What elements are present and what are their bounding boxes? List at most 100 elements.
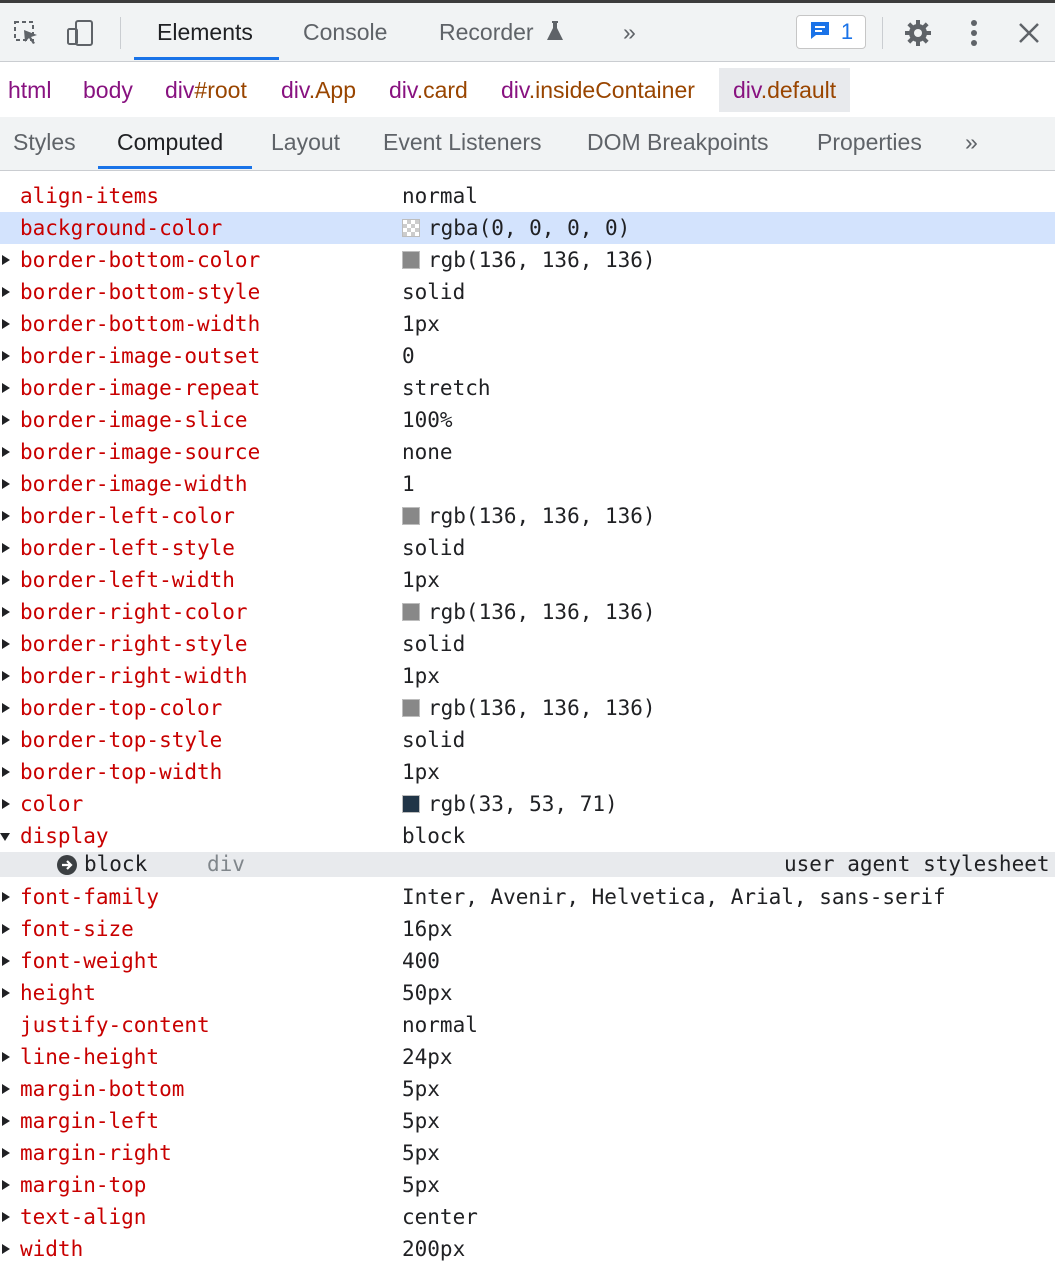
collapsed-triangle-icon[interactable] — [2, 671, 10, 681]
collapsed-triangle-icon[interactable] — [2, 447, 10, 457]
collapsed-triangle-icon[interactable] — [2, 255, 10, 265]
property-row[interactable]: align-items normal — [0, 180, 1055, 212]
breadcrumb-item[interactable]: body — [83, 76, 133, 104]
property-row[interactable]: display block — [0, 820, 1055, 852]
tab-recorder[interactable]: Recorder — [437, 17, 566, 57]
property-row[interactable]: border-left-color rgb(136, 136, 136) — [0, 500, 1055, 532]
property-value-text: 1px — [402, 568, 440, 592]
collapsed-triangle-icon[interactable] — [2, 383, 10, 393]
property-row[interactable]: font-family Inter, Avenir, Helvetica, Ari… — [0, 881, 1055, 913]
more-subtabs-button[interactable]: » — [965, 129, 978, 156]
property-row[interactable]: margin-bottom 5px — [0, 1073, 1055, 1105]
property-row[interactable]: border-bottom-color rgb(136, 136, 136) — [0, 244, 1055, 276]
breadcrumb-tag: div — [281, 77, 309, 103]
color-swatch[interactable] — [402, 219, 420, 237]
property-trace-row[interactable]: block div user agent stylesheet — [0, 852, 1055, 877]
collapsed-triangle-icon[interactable] — [2, 1116, 10, 1126]
tab-styles[interactable]: Styles — [13, 129, 76, 156]
collapsed-triangle-icon[interactable] — [2, 607, 10, 617]
kebab-menu-icon[interactable] — [958, 17, 990, 49]
property-row[interactable]: justify-content normal — [0, 1009, 1055, 1041]
collapsed-triangle-icon[interactable] — [2, 988, 10, 998]
tab-console[interactable]: Console — [301, 17, 389, 57]
breadcrumb-item[interactable]: div.App — [281, 76, 356, 104]
breadcrumb-item-selected[interactable]: div.default — [719, 68, 851, 112]
property-row[interactable]: text-align center — [0, 1201, 1055, 1233]
device-toolbar-icon[interactable] — [64, 17, 96, 49]
property-row[interactable]: margin-left 5px — [0, 1105, 1055, 1137]
breadcrumb-item[interactable]: html — [8, 76, 51, 104]
expanded-triangle-icon[interactable] — [0, 833, 10, 841]
breadcrumb-item[interactable]: div.card — [389, 76, 468, 104]
property-row[interactable]: border-left-style solid — [0, 532, 1055, 564]
tab-dom-breakpoints[interactable]: DOM Breakpoints — [587, 129, 769, 156]
collapsed-triangle-icon[interactable] — [2, 511, 10, 521]
collapsed-triangle-icon[interactable] — [2, 956, 10, 966]
property-row[interactable]: border-right-style solid — [0, 628, 1055, 660]
collapsed-triangle-icon[interactable] — [2, 415, 10, 425]
collapsed-triangle-icon[interactable] — [2, 1052, 10, 1062]
collapsed-triangle-icon[interactable] — [2, 1084, 10, 1094]
property-row[interactable]: border-image-outset 0 — [0, 340, 1055, 372]
collapsed-triangle-icon[interactable] — [2, 543, 10, 553]
property-row[interactable]: border-image-repeat stretch — [0, 372, 1055, 404]
color-swatch[interactable] — [402, 251, 420, 269]
property-row[interactable]: margin-top 5px — [0, 1169, 1055, 1201]
property-row[interactable]: border-top-style solid — [0, 724, 1055, 756]
gear-icon[interactable] — [902, 17, 934, 49]
tab-computed[interactable]: Computed — [117, 129, 223, 156]
property-row[interactable]: width 200px — [0, 1233, 1055, 1265]
color-swatch[interactable] — [402, 507, 420, 525]
property-row[interactable]: height 50px — [0, 977, 1055, 1009]
collapsed-triangle-icon[interactable] — [2, 1244, 10, 1254]
color-swatch[interactable] — [402, 795, 420, 813]
collapsed-triangle-icon[interactable] — [2, 287, 10, 297]
property-row[interactable]: color rgb(33, 53, 71) — [0, 788, 1055, 820]
tab-event-listeners[interactable]: Event Listeners — [383, 129, 542, 156]
property-row[interactable]: border-top-color rgb(136, 136, 136) — [0, 692, 1055, 724]
property-row[interactable]: border-bottom-width 1px — [0, 308, 1055, 340]
property-row[interactable]: background-color rgba(0, 0, 0, 0) — [0, 212, 1055, 244]
property-row[interactable]: border-top-width 1px — [0, 756, 1055, 788]
collapsed-triangle-icon[interactable] — [2, 351, 10, 361]
property-value-text: 5px — [402, 1173, 440, 1197]
breadcrumb-item[interactable]: div.insideContainer — [501, 76, 695, 104]
property-row[interactable]: border-right-color rgb(136, 136, 136) — [0, 596, 1055, 628]
collapsed-triangle-icon[interactable] — [2, 479, 10, 489]
color-swatch[interactable] — [402, 699, 420, 717]
collapsed-triangle-icon[interactable] — [2, 735, 10, 745]
collapsed-triangle-icon[interactable] — [2, 319, 10, 329]
property-row[interactable]: margin-right 5px — [0, 1137, 1055, 1169]
property-row[interactable]: font-weight 400 — [0, 945, 1055, 977]
collapsed-triangle-icon[interactable] — [2, 767, 10, 777]
collapsed-triangle-icon[interactable] — [2, 1148, 10, 1158]
issues-badge[interactable]: 1 — [796, 15, 866, 49]
goto-source-icon[interactable] — [57, 855, 77, 875]
property-row[interactable]: line-height 24px — [0, 1041, 1055, 1073]
inspect-element-icon[interactable] — [10, 17, 42, 49]
color-swatch[interactable] — [402, 603, 420, 621]
collapsed-triangle-icon[interactable] — [2, 703, 10, 713]
property-row[interactable]: border-bottom-style solid — [0, 276, 1055, 308]
close-icon[interactable] — [1013, 17, 1045, 49]
breadcrumb-item[interactable]: div#root — [165, 76, 247, 104]
collapsed-triangle-icon[interactable] — [2, 639, 10, 649]
tab-properties[interactable]: Properties — [817, 129, 922, 156]
collapsed-triangle-icon[interactable] — [2, 575, 10, 585]
collapsed-triangle-icon[interactable] — [2, 799, 10, 809]
property-row[interactable]: border-image-width 1 — [0, 468, 1055, 500]
trace-source-link[interactable]: user agent stylesheet — [784, 852, 1050, 877]
property-row[interactable]: border-right-width 1px — [0, 660, 1055, 692]
collapsed-triangle-icon[interactable] — [2, 1212, 10, 1222]
property-row[interactable]: border-image-slice 100% — [0, 404, 1055, 436]
property-name: font-weight — [20, 949, 160, 973]
property-row[interactable]: border-left-width 1px — [0, 564, 1055, 596]
more-tabs-button[interactable]: » — [621, 17, 638, 57]
tab-layout[interactable]: Layout — [271, 129, 340, 156]
collapsed-triangle-icon[interactable] — [2, 1180, 10, 1190]
collapsed-triangle-icon[interactable] — [2, 892, 10, 902]
collapsed-triangle-icon[interactable] — [2, 924, 10, 934]
tab-elements[interactable]: Elements — [155, 17, 255, 57]
property-row[interactable]: font-size 16px — [0, 913, 1055, 945]
property-row[interactable]: border-image-source none — [0, 436, 1055, 468]
